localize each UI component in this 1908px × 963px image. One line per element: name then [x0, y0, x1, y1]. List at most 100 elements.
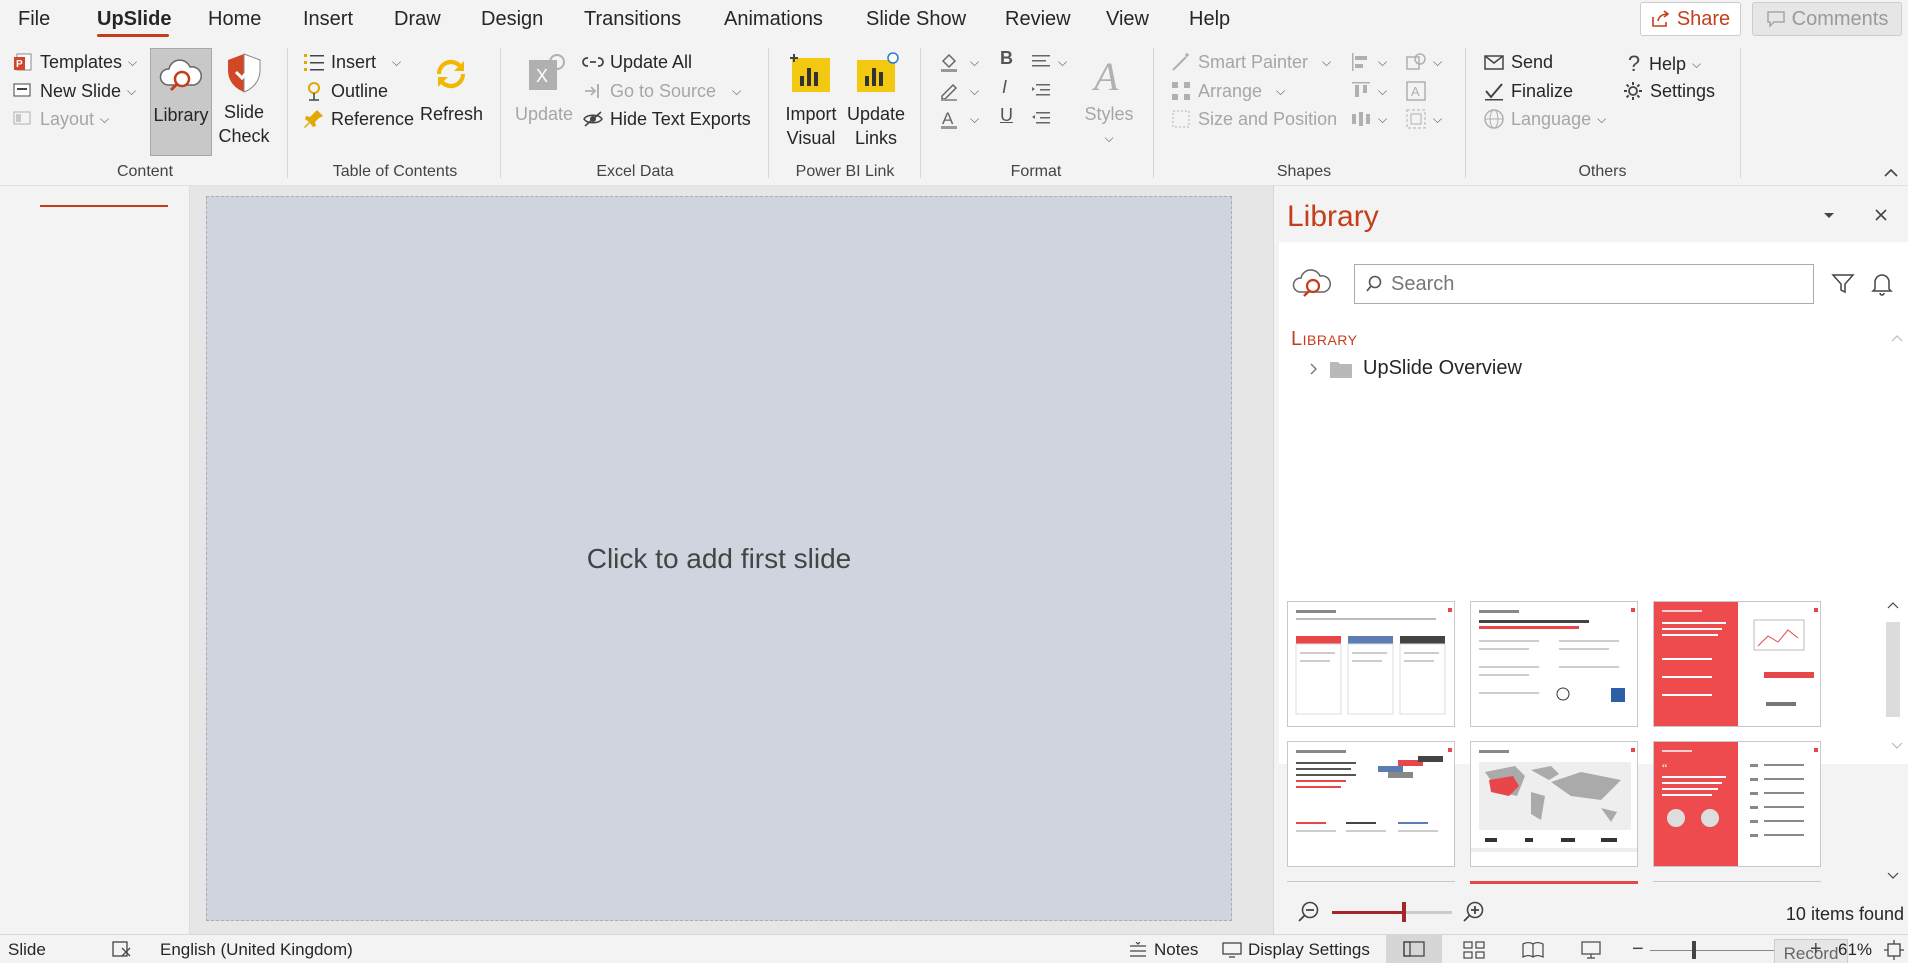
line-color-button[interactable]: ⌵: [938, 80, 979, 102]
pushpin-icon: [304, 110, 323, 128]
tab-upslide[interactable]: UpSlide: [97, 8, 171, 31]
distribute-button[interactable]: ⌵: [1350, 80, 1387, 102]
pane-options-icon[interactable]: [1823, 212, 1835, 220]
send-button[interactable]: Send: [1483, 51, 1553, 73]
update-links-button[interactable]: Update Links: [844, 52, 908, 150]
library-thumbnail[interactable]: [1470, 601, 1638, 727]
slideshow-icon[interactable]: [1580, 940, 1602, 960]
reference-button[interactable]: Reference: [303, 108, 414, 130]
tab-animations[interactable]: Animations: [724, 8, 823, 31]
library-thumbnail[interactable]: [1287, 601, 1455, 727]
tab-transitions[interactable]: Transitions: [584, 8, 681, 31]
text-box-button[interactable]: A: [1405, 80, 1427, 102]
search-input[interactable]: Search: [1354, 264, 1814, 304]
library-button[interactable]: Library: [150, 48, 212, 156]
language-status[interactable]: English (United Kingdom): [160, 940, 353, 960]
tab-file[interactable]: File: [18, 8, 50, 31]
outdent-button[interactable]: [1030, 108, 1052, 130]
library-thumbnail-partial[interactable]: [1470, 881, 1638, 885]
reading-view-icon[interactable]: [1522, 941, 1544, 959]
zoom-out-icon[interactable]: [1297, 900, 1321, 924]
normal-view-button[interactable]: [1386, 935, 1442, 963]
templates-button[interactable]: P Templates ⌵: [12, 51, 137, 73]
italic-button[interactable]: I: [1002, 77, 1007, 98]
tree-item-upslide-overview[interactable]: UpSlide Overview: [1309, 357, 1522, 380]
slide-thumbnail-pane[interactable]: [0, 186, 190, 934]
zoom-in-icon[interactable]: [1462, 900, 1486, 924]
layout-button[interactable]: Layout ⌵: [12, 108, 109, 130]
underline-button[interactable]: U: [1000, 105, 1013, 126]
library-thumbnail[interactable]: “: [1653, 741, 1821, 867]
empty-slide-area[interactable]: Click to add first slide: [206, 196, 1232, 921]
share-button[interactable]: Share: [1640, 2, 1741, 36]
library-thumbnail-partial[interactable]: [1287, 881, 1455, 885]
scroll-up-icon[interactable]: [1887, 601, 1899, 609]
hide-text-exports-button[interactable]: Hide Text Exports: [582, 108, 751, 130]
display-settings-button[interactable]: Display Settings: [1222, 940, 1370, 960]
tab-review[interactable]: Review: [1005, 8, 1071, 31]
collapse-ribbon-icon[interactable]: [1883, 168, 1899, 178]
toc-insert-button[interactable]: Insert ⌵: [303, 51, 401, 73]
arrange-button[interactable]: Arrange ⌵: [1170, 80, 1285, 102]
update-all-button[interactable]: Update All: [582, 51, 692, 73]
scroll-down-icon[interactable]: [1891, 742, 1903, 750]
styles-button[interactable]: A Styles ⌵: [1078, 52, 1140, 150]
update-button[interactable]: X Update: [513, 52, 575, 126]
fit-slide-icon[interactable]: [1884, 940, 1904, 960]
slide-check-button[interactable]: Slide Check: [214, 52, 274, 148]
refresh-button[interactable]: Refresh: [420, 52, 483, 126]
group-shapes-button[interactable]: ⌵: [1405, 108, 1442, 130]
indent-button[interactable]: [1030, 80, 1052, 102]
outline-button[interactable]: Outline: [303, 80, 388, 102]
help-button[interactable]: ? Help ⌵: [1625, 51, 1701, 77]
svg-text:A: A: [1411, 84, 1420, 99]
bell-icon[interactable]: [1871, 271, 1893, 297]
distribute-h-button[interactable]: ⌵: [1350, 108, 1387, 130]
comments-button[interactable]: Comments: [1752, 2, 1902, 36]
library-thumbnail[interactable]: [1470, 741, 1638, 867]
slide-placeholder-text: Click to add first slide: [586, 542, 852, 574]
fill-color-button[interactable]: ⌵: [938, 51, 979, 73]
font-color-button[interactable]: A ⌵: [938, 108, 979, 130]
tab-home[interactable]: Home: [208, 8, 261, 31]
shape-style-button[interactable]: ⌵: [1405, 51, 1442, 73]
thumbnail-scrollbar-thumb[interactable]: [1886, 622, 1900, 717]
notes-button[interactable]: Notes: [1128, 940, 1198, 960]
align-shapes-button[interactable]: ⌵: [1350, 51, 1387, 73]
tab-help[interactable]: Help: [1189, 8, 1230, 31]
slide-sorter-icon[interactable]: [1463, 941, 1485, 959]
filter-icon[interactable]: [1831, 272, 1855, 296]
size-position-button[interactable]: Size and Position: [1170, 108, 1337, 130]
scroll-down-icon[interactable]: [1887, 872, 1899, 880]
smart-painter-button[interactable]: Smart Painter ⌵: [1170, 51, 1331, 73]
settings-button[interactable]: Settings: [1622, 80, 1715, 102]
align-button[interactable]: ⌵: [1030, 51, 1067, 73]
thumbnail-zoom-track[interactable]: [1332, 902, 1452, 922]
import-visual-button[interactable]: Import Visual: [779, 52, 843, 150]
thumbnail-zoom-slider[interactable]: [1402, 902, 1406, 922]
chevron-right-icon[interactable]: [1309, 362, 1319, 376]
zoom-slider-thumb[interactable]: [1692, 941, 1696, 959]
zoom-percentage[interactable]: 61%: [1838, 940, 1872, 960]
new-slide-button[interactable]: New Slide ⌵: [12, 80, 136, 102]
finalize-button[interactable]: Finalize: [1483, 80, 1573, 102]
library-thumbnail[interactable]: [1287, 741, 1455, 867]
close-icon[interactable]: [1874, 208, 1888, 222]
tab-draw[interactable]: Draw: [394, 8, 441, 31]
scroll-up-icon[interactable]: [1891, 334, 1903, 342]
tab-view[interactable]: View: [1106, 8, 1149, 31]
zoom-out-button[interactable]: −: [1632, 938, 1644, 961]
zoom-in-button[interactable]: +: [1810, 938, 1822, 961]
tab-slide-show[interactable]: Slide Show: [866, 8, 966, 31]
language-button[interactable]: Language ⌵: [1483, 108, 1606, 130]
library-footer: 10 items found: [1274, 894, 1908, 934]
accessibility-icon[interactable]: [112, 941, 132, 959]
tab-design[interactable]: Design: [481, 8, 543, 31]
bold-button[interactable]: B: [1000, 48, 1013, 69]
library-thumbnail-partial[interactable]: [1653, 881, 1821, 885]
go-to-source-button[interactable]: Go to Source ⌵: [582, 80, 741, 102]
tab-insert[interactable]: Insert: [303, 8, 353, 31]
library-cloud-icon[interactable]: [1291, 266, 1335, 302]
library-thumbnail[interactable]: [1653, 601, 1821, 727]
svg-text:X: X: [536, 66, 548, 86]
